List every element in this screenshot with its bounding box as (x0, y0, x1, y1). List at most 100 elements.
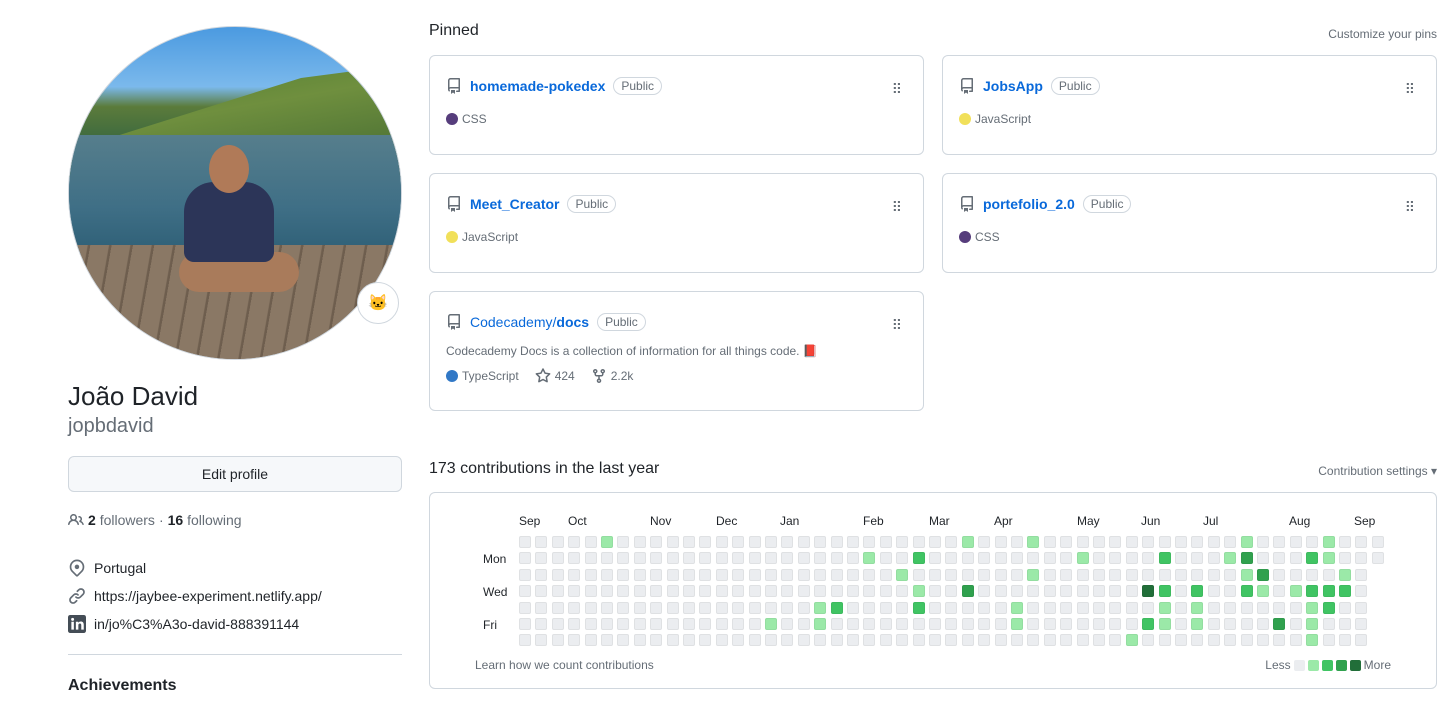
contribution-day-cell[interactable] (1109, 618, 1122, 630)
contribution-day-cell[interactable] (633, 552, 646, 565)
contribution-day-cell[interactable] (765, 618, 777, 630)
contribution-day-cell[interactable] (1158, 618, 1171, 630)
contribution-day-cell[interactable] (666, 536, 679, 548)
contribution-day-cell[interactable] (1011, 568, 1023, 581)
achievements-heading[interactable]: Achievements (68, 677, 402, 695)
drag-handle-icon[interactable]: ⠿ (1405, 199, 1415, 216)
contribution-day-cell[interactable] (765, 568, 777, 581)
contribution-day-cell[interactable] (584, 552, 597, 565)
contribution-day-cell[interactable] (715, 536, 728, 548)
contribution-day-cell[interactable] (1257, 568, 1269, 581)
contribution-day-cell[interactable] (830, 536, 843, 548)
contribution-day-cell[interactable] (1306, 601, 1319, 614)
contribution-day-cell[interactable] (1125, 568, 1138, 581)
learn-contributions-link[interactable]: Learn how we count contributions (475, 658, 654, 672)
contribution-day-cell[interactable] (617, 601, 630, 614)
contribution-day-cell[interactable] (748, 568, 761, 581)
contribution-day-cell[interactable] (617, 536, 630, 548)
contribution-day-cell[interactable] (617, 552, 630, 565)
contribution-day-cell[interactable] (568, 618, 581, 630)
contribution-day-cell[interactable] (519, 568, 531, 581)
contribution-day-cell[interactable] (978, 634, 991, 647)
contribution-day-cell[interactable] (535, 585, 548, 598)
contribution-day-cell[interactable] (1076, 585, 1089, 598)
contribution-day-cell[interactable] (896, 552, 909, 565)
contribution-day-cell[interactable] (683, 568, 695, 581)
contribution-day-cell[interactable] (732, 634, 745, 647)
contribution-day-cell[interactable] (715, 601, 728, 614)
contribution-day-cell[interactable] (1339, 634, 1351, 647)
contribution-day-cell[interactable] (994, 585, 1007, 598)
repo-name-link[interactable]: Codecademy/docs (470, 314, 589, 330)
contribution-day-cell[interactable] (1093, 601, 1105, 614)
contribution-day-cell[interactable] (1191, 568, 1204, 581)
contribution-day-cell[interactable] (896, 634, 909, 647)
contribution-day-cell[interactable] (519, 618, 531, 630)
contribution-day-cell[interactable] (1257, 634, 1269, 647)
contribution-day-cell[interactable] (666, 634, 679, 647)
contribution-day-cell[interactable] (535, 552, 548, 565)
contribution-day-cell[interactable] (1076, 634, 1089, 647)
contribution-day-cell[interactable] (929, 568, 941, 581)
contribution-day-cell[interactable] (1289, 601, 1302, 614)
contribution-day-cell[interactable] (650, 568, 663, 581)
contribution-day-cell[interactable] (1191, 552, 1204, 565)
contribution-day-cell[interactable] (1027, 568, 1040, 581)
following-link[interactable]: 16 following (168, 512, 242, 528)
drag-handle-icon[interactable]: ⠿ (892, 81, 902, 98)
contribution-day-cell[interactable] (519, 536, 531, 548)
contribution-day-cell[interactable] (601, 601, 613, 614)
contribution-day-cell[interactable] (1257, 618, 1269, 630)
contribution-day-cell[interactable] (945, 634, 958, 647)
contribution-day-cell[interactable] (896, 601, 909, 614)
contribution-day-cell[interactable] (847, 552, 859, 565)
contribution-day-cell[interactable] (1142, 634, 1155, 647)
contribution-day-cell[interactable] (715, 585, 728, 598)
contribution-day-cell[interactable] (666, 618, 679, 630)
contribution-day-cell[interactable] (1257, 536, 1269, 548)
contribution-day-cell[interactable] (814, 536, 827, 548)
contribution-day-cell[interactable] (978, 552, 991, 565)
contribution-day-cell[interactable] (519, 585, 531, 598)
contribution-day-cell[interactable] (1011, 601, 1023, 614)
contribution-day-cell[interactable] (617, 618, 630, 630)
contribution-day-cell[interactable] (584, 568, 597, 581)
contribution-day-cell[interactable] (666, 585, 679, 598)
contribution-day-cell[interactable] (1224, 585, 1237, 598)
contribution-day-cell[interactable] (863, 536, 876, 548)
contribution-day-cell[interactable] (863, 568, 876, 581)
contribution-day-cell[interactable] (1339, 568, 1351, 581)
contribution-day-cell[interactable] (584, 585, 597, 598)
contribution-day-cell[interactable] (814, 568, 827, 581)
contribution-day-cell[interactable] (978, 536, 991, 548)
contribution-day-cell[interactable] (666, 601, 679, 614)
contribution-day-cell[interactable] (1060, 618, 1073, 630)
contribution-day-cell[interactable] (1158, 552, 1171, 565)
customize-pins-link[interactable]: Customize your pins (1328, 27, 1437, 41)
contribution-day-cell[interactable] (1027, 634, 1040, 647)
contribution-day-cell[interactable] (1158, 634, 1171, 647)
contribution-day-cell[interactable] (879, 634, 892, 647)
contribution-day-cell[interactable] (1076, 618, 1089, 630)
contribution-day-cell[interactable] (650, 536, 663, 548)
contribution-day-cell[interactable] (945, 536, 958, 548)
contribution-day-cell[interactable] (945, 568, 958, 581)
contribution-day-cell[interactable] (1093, 634, 1105, 647)
contribution-day-cell[interactable] (1142, 601, 1155, 614)
contribution-day-cell[interactable] (847, 634, 859, 647)
forks-link[interactable]: 2.2k (591, 368, 633, 384)
contribution-day-cell[interactable] (568, 568, 581, 581)
contribution-day-cell[interactable] (732, 568, 745, 581)
contribution-day-cell[interactable] (1093, 568, 1105, 581)
contribution-day-cell[interactable] (1257, 585, 1269, 598)
contribution-day-cell[interactable] (781, 552, 794, 565)
contribution-day-cell[interactable] (1207, 585, 1220, 598)
contribution-day-cell[interactable] (650, 634, 663, 647)
contribution-day-cell[interactable] (1093, 585, 1105, 598)
contribution-day-cell[interactable] (929, 536, 941, 548)
contribution-day-cell[interactable] (1224, 536, 1237, 548)
contribution-day-cell[interactable] (961, 552, 974, 565)
contribution-day-cell[interactable] (1175, 618, 1187, 630)
contribution-day-cell[interactable] (535, 634, 548, 647)
contribution-day-cell[interactable] (617, 568, 630, 581)
